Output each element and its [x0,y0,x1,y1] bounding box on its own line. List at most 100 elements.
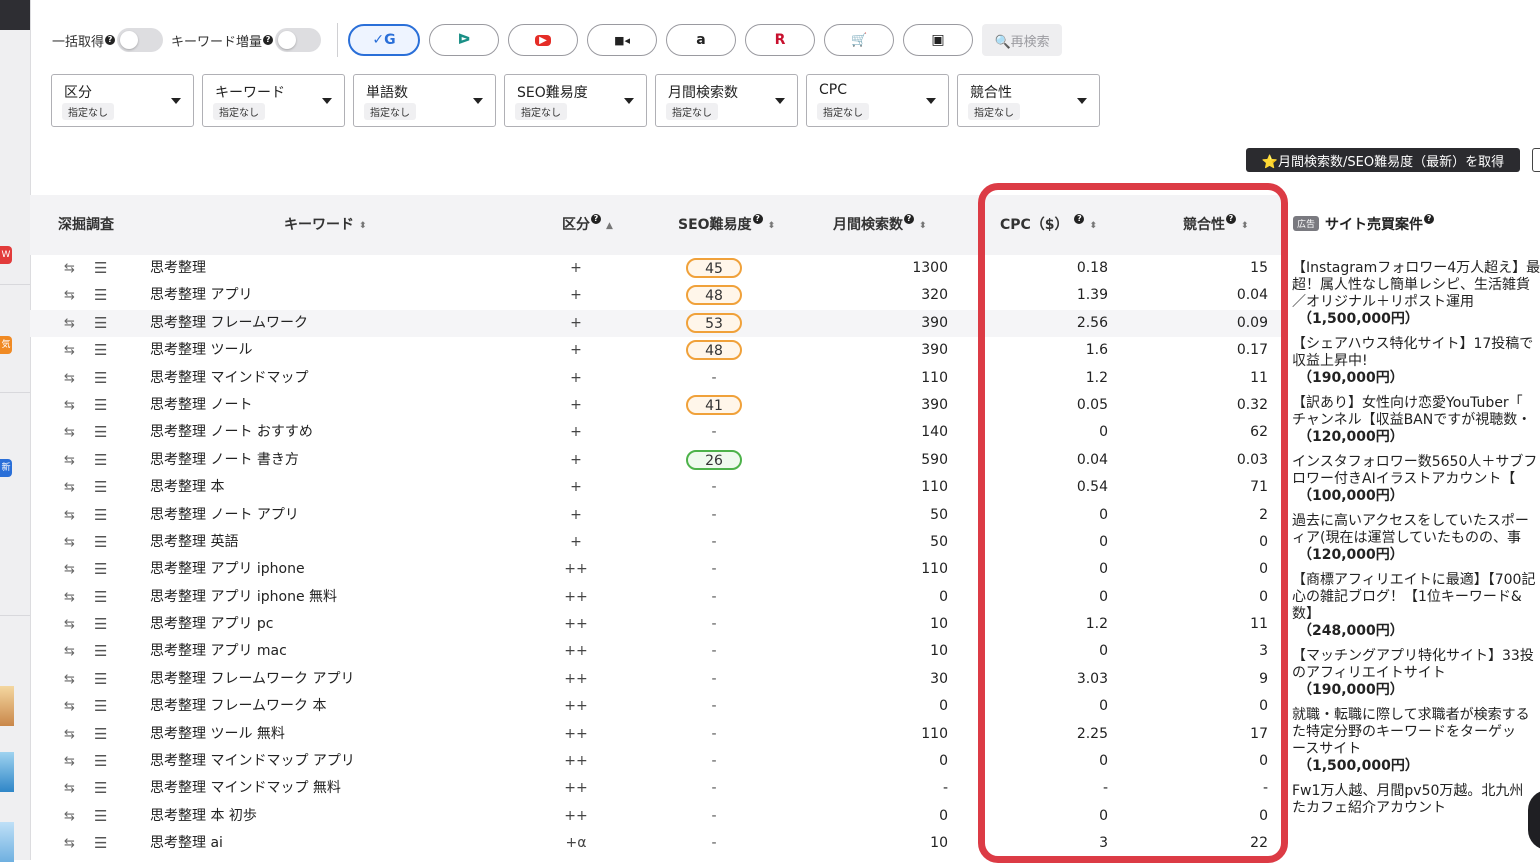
deep-dive-repeat-icon[interactable]: ⇆ [64,474,75,501]
help-icon[interactable]: ? [591,214,601,224]
filter-dropdown[interactable]: SEO難易度 指定なし [504,74,647,127]
menu-icon[interactable]: ☰ [94,556,107,583]
filter-dropdown[interactable]: 単語数 指定なし [353,74,496,127]
deep-dive-repeat-icon[interactable]: ⇆ [64,721,75,748]
menu-icon[interactable]: ☰ [94,611,107,638]
sidebar-new-badge[interactable]: W [0,246,12,264]
menu-icon[interactable]: ☰ [94,447,107,474]
table-row[interactable]: ⇆ ☰ 思考整理 ノート +41 390 0.05 0.32 [30,392,1282,419]
header-seo-difficulty[interactable]: SEO難易度 ?⬍ [678,214,775,234]
table-row[interactable]: ⇆ ☰ 思考整理 ノート 書き方 +26 590 0.04 0.03 [30,447,1282,474]
deep-dive-repeat-icon[interactable]: ⇆ [64,693,75,720]
sort-icon[interactable]: ⬍ [1241,221,1249,231]
ad-listing[interactable]: 【商標アフィリエイトに最適】【700記 心の雑記ブログ！【1位キーワード& 数】… [1292,572,1540,640]
menu-icon[interactable]: ☰ [94,584,107,611]
table-row[interactable]: ⇆ ☰ 思考整理 本 初歩 ++ - 0 0 0 [30,803,1282,830]
filter-dropdown[interactable]: 区分 指定なし [51,74,194,127]
engine-amazon-button[interactable]: a [666,24,737,56]
header-category[interactable]: 区分 ?▲ [562,214,613,234]
sort-icon[interactable]: ⬍ [359,221,367,231]
help-icon[interactable]: ? [904,214,914,224]
table-row[interactable]: ⇆ ☰ 思考整理 ノート アプリ + - 50 0 2 [30,502,1282,529]
table-row[interactable]: ⇆ ☰ 思考整理 ツール +48 390 1.6 0.17 [30,337,1282,364]
menu-icon[interactable]: ☰ [94,310,107,337]
table-row[interactable]: ⇆ ☰ 思考整理 英語 + - 50 0 0 [30,529,1282,556]
ad-listing[interactable]: インスタフォロワー数5650人＋サブフ ロワー付きAIイラストアカウント【 （10… [1292,454,1540,505]
engine-bing-button[interactable]: ᐅ [429,24,500,56]
table-row[interactable]: ⇆ ☰ 思考整理 フレームワーク アプリ ++ - 30 3.03 9 [30,666,1282,693]
ad-title[interactable]: 【商標アフィリエイトに最適】【700記 心の雑記ブログ！【1位キーワード& 数】 [1292,572,1540,623]
menu-icon[interactable]: ☰ [94,693,107,720]
deep-dive-repeat-icon[interactable]: ⇆ [64,282,75,309]
deep-dive-repeat-icon[interactable]: ⇆ [64,419,75,446]
deep-dive-repeat-icon[interactable]: ⇆ [64,556,75,583]
sidebar-thumbnail[interactable] [0,686,14,726]
deep-dive-repeat-icon[interactable]: ⇆ [64,392,75,419]
menu-icon[interactable]: ☰ [94,282,107,309]
ad-listing[interactable]: Fw1万人越、月間pv50万越。北九州 たカフェ紹介アカウント [1292,783,1540,817]
sidebar-orange-badge[interactable]: 気 [0,336,12,354]
sort-icon[interactable]: ⬍ [919,221,927,231]
ad-listing[interactable]: 【シェアハウス特化サイト】17投稿で 収益上昇中! （190,000円） [1292,336,1540,387]
help-icon[interactable]: ? [105,35,116,45]
header-cpc[interactable]: CPC（$） ?⬍ [1000,214,1097,234]
table-row[interactable]: ⇆ ☰ 思考整理 ノート おすすめ + - 140 0 62 [30,419,1282,446]
deep-dive-repeat-icon[interactable]: ⇆ [64,611,75,638]
menu-icon[interactable]: ☰ [94,666,107,693]
ad-title[interactable]: 過去に高いアクセスをしていたスポー ィア(現在は運営していたものの、事 [1292,513,1540,547]
filter-dropdown[interactable]: キーワード 指定なし [202,74,345,127]
menu-icon[interactable]: ☰ [94,474,107,501]
menu-icon[interactable]: ☰ [94,419,107,446]
menu-icon[interactable]: ☰ [94,392,107,419]
menu-icon[interactable]: ☰ [94,803,107,830]
floating-chat-button[interactable] [1528,790,1540,850]
deep-dive-repeat-icon[interactable]: ⇆ [64,337,75,364]
help-icon[interactable]: ? [1074,214,1085,224]
sort-icon[interactable]: ⬍ [768,221,776,231]
table-row[interactable]: ⇆ ☰ 思考整理 アプリ iphone 無料 ++ - 0 0 0 [30,584,1282,611]
table-row[interactable]: ⇆ ☰ 思考整理 アプリ mac ++ - 10 0 3 [30,638,1282,665]
filter-dropdown[interactable]: CPC 指定なし [806,74,949,127]
table-row[interactable]: ⇆ ☰ 思考整理 マインドマップ 無料 ++ - - - - [30,775,1282,802]
menu-icon[interactable]: ☰ [94,830,107,857]
header-keyword[interactable]: キーワード ⬍ [284,214,367,234]
ad-listing[interactable]: 就職・転職に際して求職者が検索する た特定分野のキーワードをターゲッ ースサイト… [1292,707,1540,775]
bulk-fetch-toggle[interactable] [117,28,164,52]
sidebar-thumbnail[interactable] [0,752,14,792]
ad-listing[interactable]: 過去に高いアクセスをしていたスポー ィア(現在は運営していたものの、事 （120,… [1292,513,1540,564]
sort-icon[interactable]: ⬍ [1089,221,1097,231]
engine-google-button[interactable]: ✓G [348,24,421,56]
deep-dive-repeat-icon[interactable]: ⇆ [64,830,75,857]
ad-title[interactable]: 【Instagramフォロワー4万人超え】最 超！属人性なし簡単レシピ、生活雑貨… [1292,260,1540,311]
deep-dive-repeat-icon[interactable]: ⇆ [64,666,75,693]
deep-dive-repeat-icon[interactable]: ⇆ [64,775,75,802]
filter-dropdown[interactable]: 月間検索数 指定なし [655,74,798,127]
deep-dive-repeat-icon[interactable]: ⇆ [64,502,75,529]
table-row[interactable]: ⇆ ☰ 思考整理 フレームワーク 本 ++ - 0 0 0 [30,693,1282,720]
ad-title[interactable]: 【シェアハウス特化サイト】17投稿で 収益上昇中! [1292,336,1540,370]
ad-title[interactable]: Fw1万人越、月間pv50万越。北九州 たカフェ紹介アカウント [1292,783,1540,817]
ad-title[interactable]: 就職・転職に際して求職者が検索する た特定分野のキーワードをターゲッ ースサイト [1292,707,1540,758]
ad-title[interactable]: インスタフォロワー数5650人＋サブフ ロワー付きAIイラストアカウント【 [1292,454,1540,488]
ad-title[interactable]: 【訳あり】女性向け恋愛YouTuber「 チャンネル【収益BANですが視聴数・ [1292,395,1540,429]
table-row[interactable]: ⇆ ☰ 思考整理 ツール 無料 ++ - 110 2.25 17 [30,721,1282,748]
header-competition[interactable]: 競合性 ?⬍ [1183,214,1249,234]
menu-icon[interactable]: ☰ [94,255,107,282]
menu-icon[interactable]: ☰ [94,748,107,775]
deep-dive-repeat-icon[interactable]: ⇆ [64,803,75,830]
table-row[interactable]: ⇆ ☰ 思考整理 アプリ +48 320 1.39 0.04 [30,282,1282,309]
table-row[interactable]: ⇆ ☰ 思考整理 アプリ iphone ++ - 110 0 0 [30,556,1282,583]
help-icon[interactable]: ? [1226,214,1236,224]
menu-icon[interactable]: ☰ [94,337,107,364]
deep-dive-repeat-icon[interactable]: ⇆ [64,447,75,474]
table-row[interactable]: ⇆ ☰ 思考整理 +45 1300 0.18 15 [30,255,1282,282]
secondary-button[interactable] [1532,148,1540,172]
deep-dive-repeat-icon[interactable]: ⇆ [64,365,75,392]
menu-icon[interactable]: ☰ [94,721,107,748]
ad-listing[interactable]: 【訳あり】女性向け恋愛YouTuber「 チャンネル【収益BANですが視聴数・（… [1292,395,1540,446]
sidebar-blue-badge[interactable]: 新 [0,459,12,477]
table-row[interactable]: ⇆ ☰ 思考整理 本 + - 110 0.54 71 [30,474,1282,501]
menu-icon[interactable]: ☰ [94,529,107,556]
deep-dive-repeat-icon[interactable]: ⇆ [64,748,75,775]
menu-icon[interactable]: ☰ [94,638,107,665]
